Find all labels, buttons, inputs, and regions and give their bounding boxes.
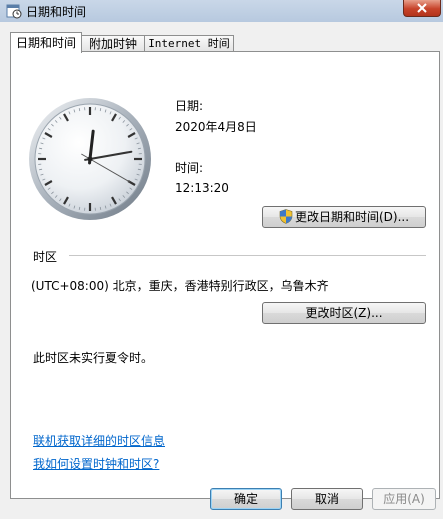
- time-label: 时间:: [175, 161, 204, 175]
- change-date-time-button[interactable]: 更改日期和时间(D)...: [262, 206, 426, 228]
- window-title: 日期和时间: [26, 5, 87, 19]
- change-date-time-label: 更改日期和时间(D)...: [294, 210, 410, 224]
- clock-center: [87, 156, 93, 162]
- close-button[interactable]: [403, 0, 441, 17]
- window-body: 日期和时间 附加时钟 Internet 时间 日期: 2020年4月8日 时间:…: [0, 22, 443, 519]
- dst-note: 此时区未实行夏令时。: [33, 351, 154, 365]
- ok-button[interactable]: 确定: [210, 488, 282, 510]
- title-bar[interactable]: 日期和时间: [0, 0, 443, 22]
- tab-panel: 日期: 2020年4月8日 时间: 12:13:20 更改日期和时间(D)...…: [10, 51, 440, 499]
- timezone-value: (UTC+08:00) 北京，重庆，香港特别行政区，乌鲁木齐: [31, 279, 329, 293]
- tab-date-time[interactable]: 日期和时间: [10, 32, 82, 53]
- uac-shield-icon: [279, 209, 293, 224]
- timezone-divider: [69, 255, 426, 256]
- dialog-footer: 确定 取消 应用(A): [0, 488, 443, 519]
- close-icon: [417, 3, 427, 13]
- cancel-button[interactable]: 取消: [291, 488, 363, 510]
- online-timezone-info-link[interactable]: 联机获取详细的时区信息: [33, 432, 165, 449]
- time-value: 12:13:20: [175, 181, 229, 195]
- apply-button[interactable]: 应用(A): [372, 488, 436, 510]
- date-value: 2020年4月8日: [175, 120, 257, 134]
- how-to-set-clock-link[interactable]: 我如何设置时钟和时区?: [33, 455, 159, 472]
- change-timezone-button[interactable]: 更改时区(Z)...: [262, 302, 426, 324]
- tab-additional-clocks[interactable]: 附加时钟: [80, 35, 146, 52]
- analog-clock: [29, 98, 151, 220]
- date-label: 日期:: [175, 99, 204, 113]
- timezone-section-label: 时区: [33, 250, 58, 264]
- tab-internet-time[interactable]: Internet 时间: [144, 35, 234, 52]
- calendar-clock-icon: [6, 4, 22, 19]
